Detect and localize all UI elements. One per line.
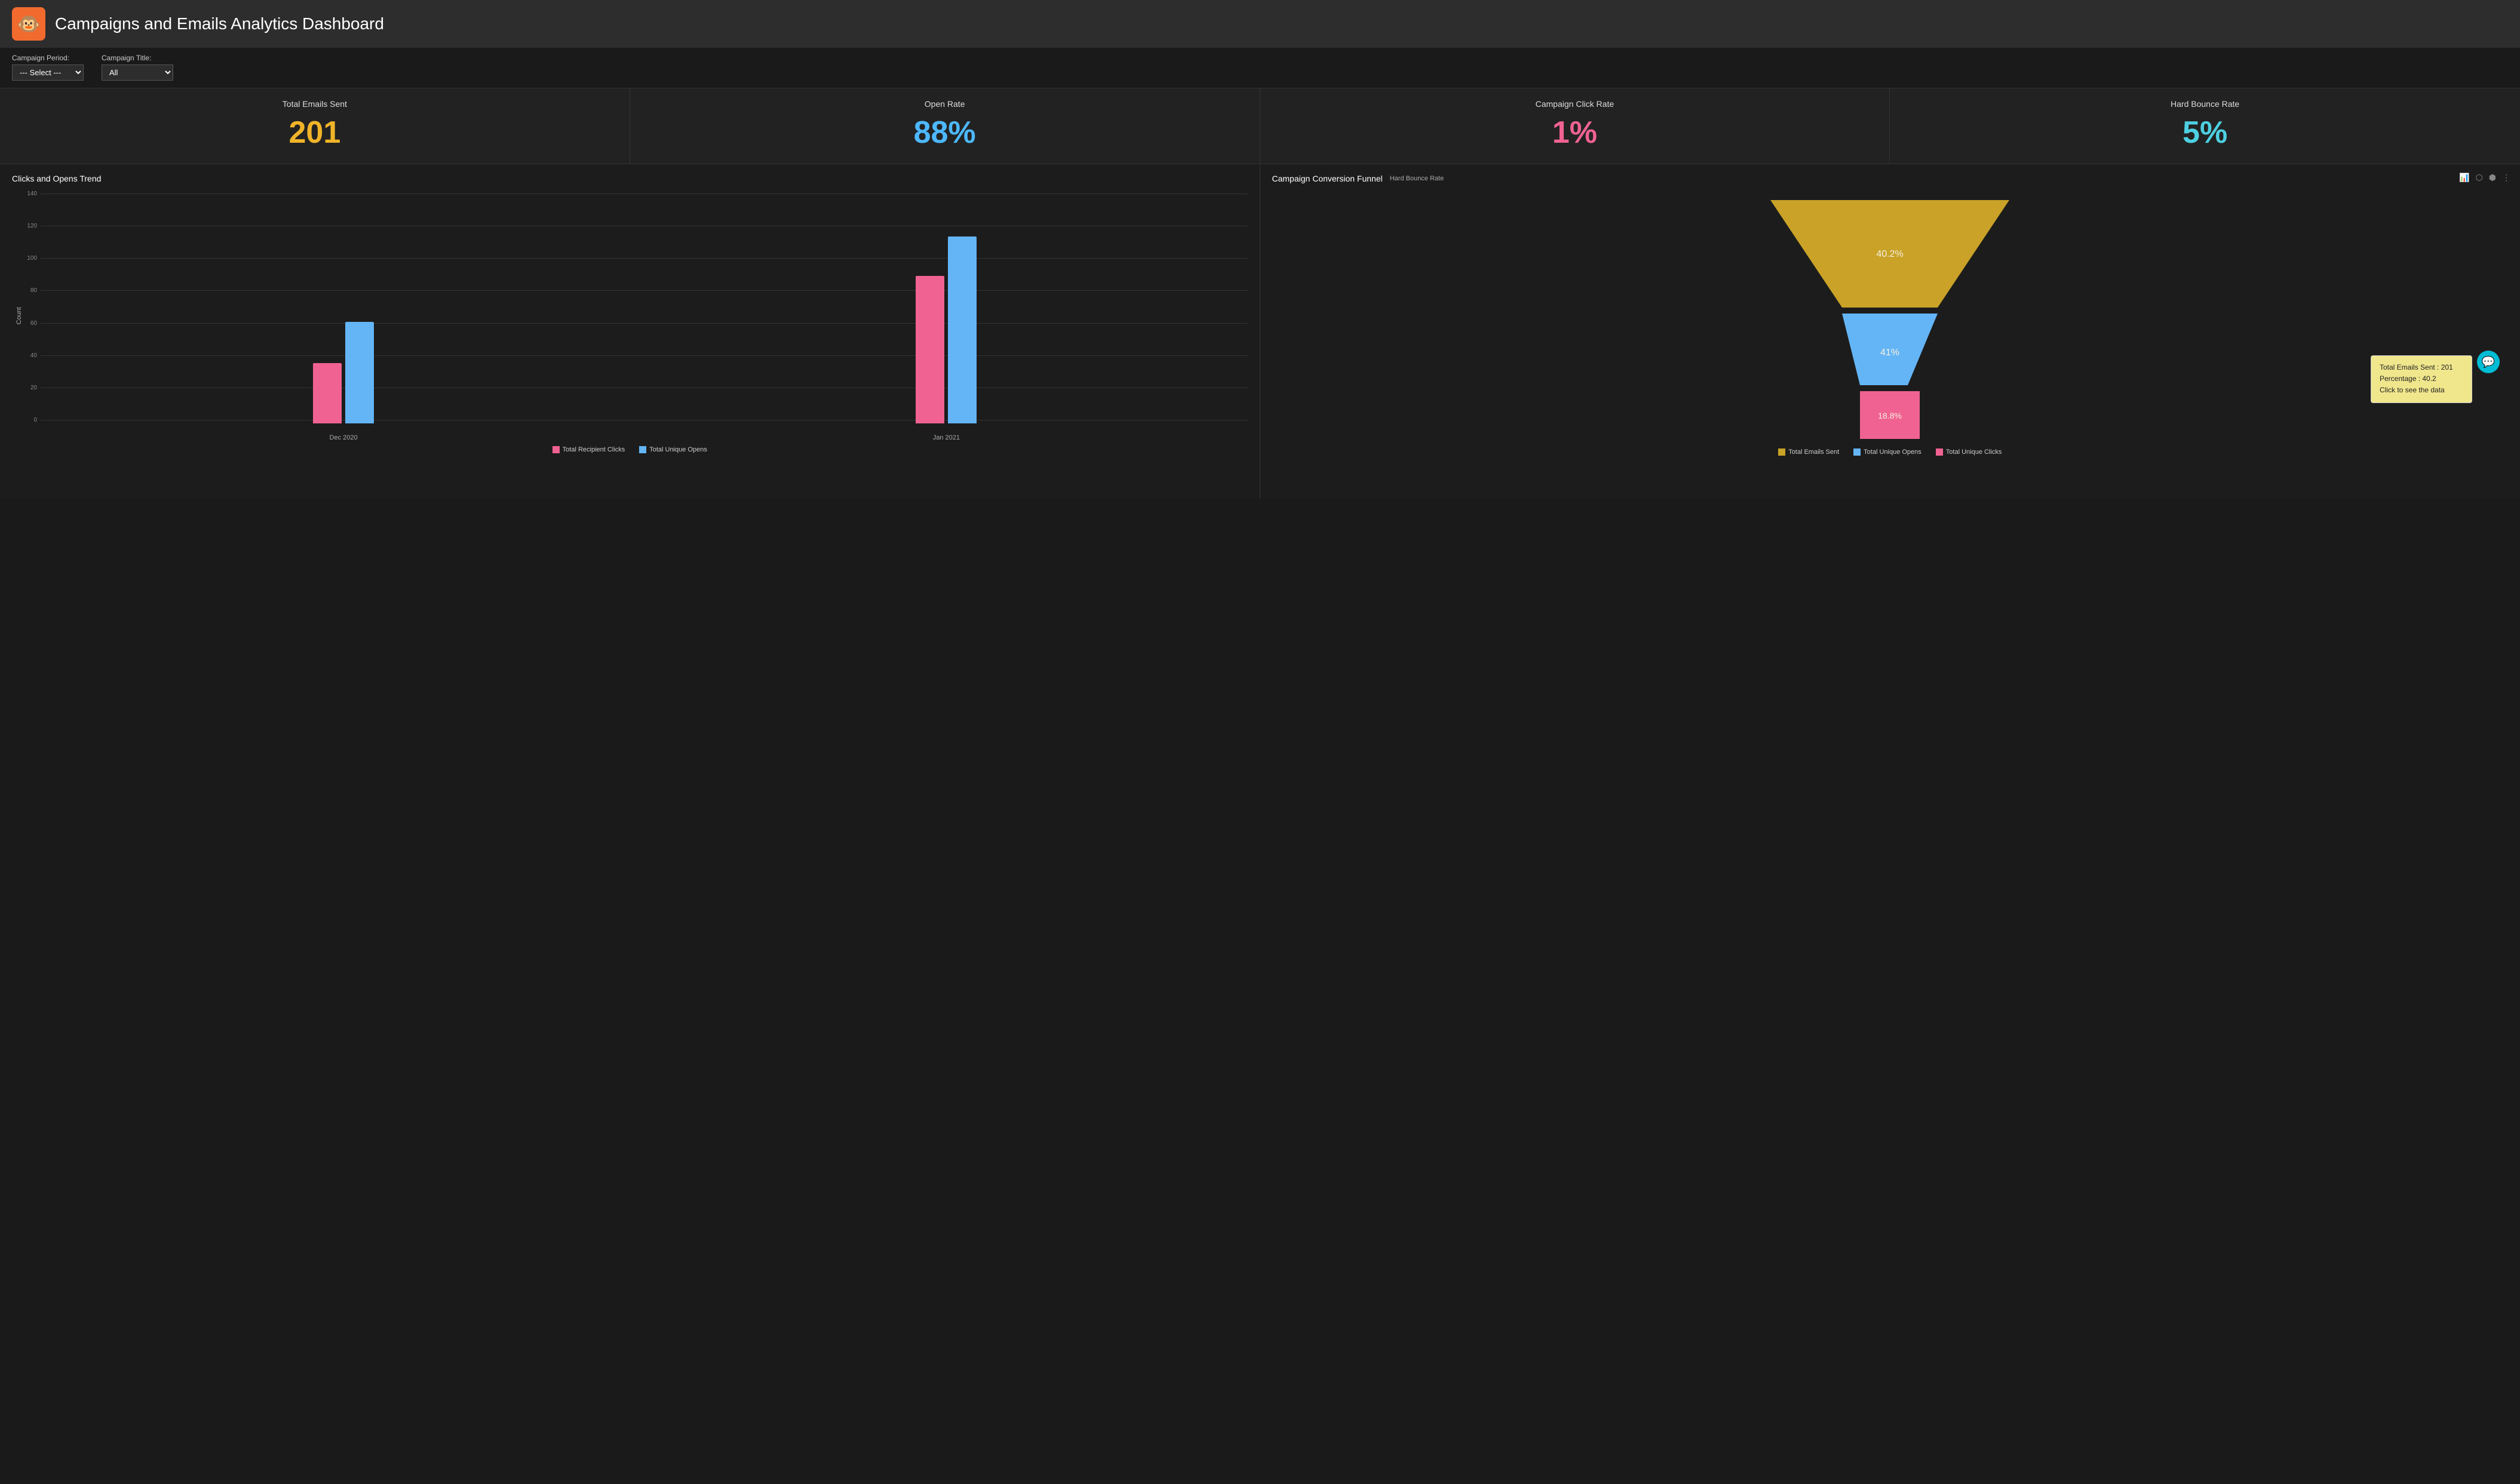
kpi-row: Total Emails Sent 201 Open Rate 88% Camp… [0,88,2520,164]
bar-chart: 140 120 100 80 [23,191,1248,441]
bar-jan2021-clicks[interactable] [916,276,944,424]
svg-text:18.8%: 18.8% [1878,411,1902,420]
kpi-open-rate-label: Open Rate [642,99,1248,109]
funnel-chart-subtitle: Hard Bounce Rate [1390,175,1444,182]
funnel-tooltip: Total Emails Sent : 201 Percentage : 40.… [2371,355,2472,403]
svg-text:40.2%: 40.2% [1877,249,1904,259]
title-filter-group: Campaign Title: All Dec 2020 Jan 2021 [102,54,173,81]
kpi-open-rate: Open Rate 88% [630,88,1260,164]
legend-box-blue [639,446,646,453]
funnel-chart-panel: Campaign Conversion Funnel Hard Bounce R… [1260,164,2520,499]
kpi-click-rate: Campaign Click Rate 1% [1260,88,1890,164]
export-icon[interactable]: ⬡ [2476,173,2483,183]
header: 🐵 Campaigns and Emails Analytics Dashboa… [0,0,2520,48]
bar-jan2021-opens[interactable] [948,236,977,424]
kpi-bounce-rate-label: Hard Bounce Rate [1902,99,2508,109]
funnel-legend-box-pink [1936,448,1943,456]
page-title: Campaigns and Emails Analytics Dashboard [55,14,384,33]
funnel-legend-label-opens: Total Unique Opens [1864,448,1922,456]
legend-recipient-clicks: Total Recipient Clicks [553,446,625,453]
bar-chart-panel: Clicks and Opens Trend Count 140 120 100 [0,164,1260,499]
funnel-toolbar-icons: 📊 ⬡ ⬢ ⋮ [2459,173,2510,183]
more-options-icon[interactable]: ⋮ [2502,173,2510,183]
funnel-legend-box-yellow [1778,448,1785,456]
funnel-legend-label-emails: Total Emails Sent [1788,448,1839,456]
bar-chart-container: Count 140 120 100 [12,191,1248,441]
x-labels: Dec 2020 Jan 2021 [42,434,1248,441]
bar-dec2020-clicks[interactable] [313,363,342,423]
tooltip-line3: Click to see the data [2380,385,2463,396]
kpi-total-emails: Total Emails Sent 201 [0,88,630,164]
funnel-chart-legend: Total Emails Sent Total Unique Opens Tot… [1272,448,2509,456]
filters-bar: Campaign Period: --- Select --- Last 30 … [0,48,2520,88]
period-filter-label: Campaign Period: [12,54,84,62]
funnel-svg: 40.2% 41% 18.8% [1735,188,2045,445]
expand-icon[interactable]: ⬢ [2489,173,2496,183]
bar-chart-icon[interactable]: 📊 [2459,173,2469,183]
legend-label-opens: Total Unique Opens [649,446,707,453]
funnel-chart-title: Campaign Conversion Funnel [1272,174,1383,183]
tooltip-line2: Percentage : 40.2 [2380,373,2463,385]
x-label-jan2021: Jan 2021 [933,434,960,441]
funnel-legend-box-blue [1853,448,1861,456]
app-logo: 🐵 [12,7,45,41]
funnel-legend-label-clicks: Total Unique Clicks [1946,448,2002,456]
period-select[interactable]: --- Select --- Last 30 Days Last 90 Days… [12,64,84,81]
legend-label-clicks: Total Recipient Clicks [563,446,625,453]
legend-box-pink [553,446,560,453]
funnel-legend-emails: Total Emails Sent [1778,448,1839,456]
bar-chart-title: Clicks and Opens Trend [12,174,1248,183]
funnel-legend-clicks: Total Unique Clicks [1936,448,2002,456]
kpi-total-emails-value: 201 [12,115,618,150]
funnel-header: Campaign Conversion Funnel Hard Bounce R… [1272,174,2509,183]
period-filter-group: Campaign Period: --- Select --- Last 30 … [12,54,84,81]
funnel-legend-opens: Total Unique Opens [1853,448,1922,456]
bar-group-dec2020 [313,322,374,423]
funnel-svg-wrapper: 40.2% 41% 18.8% Total Emails Sent : 201 … [1272,188,2509,445]
x-label-dec2020: Dec 2020 [330,434,358,441]
bar-dec2020-opens[interactable] [345,322,374,423]
kpi-open-rate-value: 88% [642,115,1248,150]
bar-chart-legend: Total Recipient Clicks Total Unique Open… [12,446,1248,453]
kpi-click-rate-value: 1% [1272,115,1878,150]
kpi-total-emails-label: Total Emails Sent [12,99,618,109]
kpi-bounce-rate-value: 5% [1902,115,2508,150]
charts-row: Clicks and Opens Trend Count 140 120 100 [0,164,2520,499]
svg-text:41%: 41% [1880,348,1899,358]
kpi-click-rate-label: Campaign Click Rate [1272,99,1878,109]
bar-group-jan2021 [916,236,977,424]
title-select[interactable]: All Dec 2020 Jan 2021 [102,64,173,81]
y-axis-label: Count [12,307,23,324]
tooltip-line1: Total Emails Sent : 201 [2380,362,2463,373]
bars-area [42,191,1248,423]
chat-bubble-button[interactable]: 💬 [2477,351,2500,373]
kpi-bounce-rate: Hard Bounce Rate 5% [1890,88,2520,164]
legend-unique-opens: Total Unique Opens [639,446,707,453]
title-filter-label: Campaign Title: [102,54,173,62]
